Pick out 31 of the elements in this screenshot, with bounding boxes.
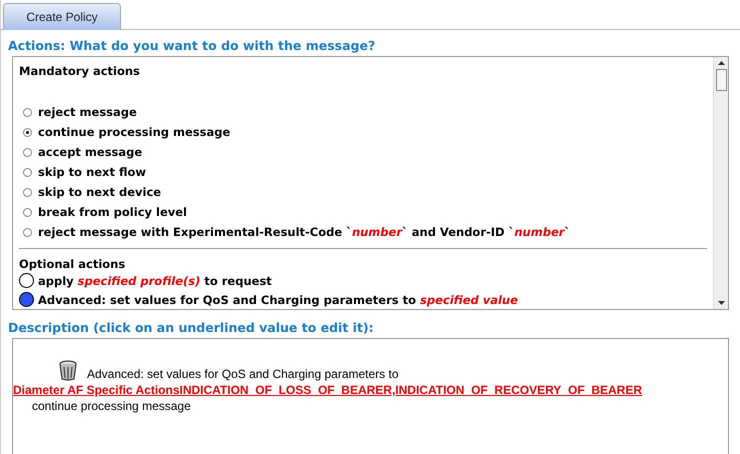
section-heading: Actions: What do you want to do with the message? (7, 37, 376, 55)
radio-button[interactable] (23, 108, 32, 116)
trash-can-icon[interactable] (57, 359, 79, 381)
option-label: reject message with Experimental-Result-Code `number` and Vendor-ID `number` (38, 225, 570, 239)
radio-button[interactable] (23, 228, 32, 236)
option-label: accept message (38, 145, 142, 159)
radio-button[interactable] (23, 148, 32, 156)
radio-button[interactable] (23, 208, 32, 216)
tab[interactable]: Create Policy (3, 3, 121, 30)
option-label: break from policy level (38, 205, 187, 219)
option-label: apply specified profile(s) to request (38, 274, 272, 288)
down-arrow-icon[interactable] (718, 301, 724, 305)
option-label: continue processing message (38, 125, 230, 139)
scrollbar[interactable] (713, 57, 728, 309)
option-label: skip to next device (38, 185, 162, 199)
radio-button[interactable] (23, 168, 32, 176)
value-link[interactable]: Diameter AF Specific ActionsINDICATION_OF_LOSS_OF_BEARER,INDICATION_OF_RECOVERY_OF_BEARER (13, 383, 728, 397)
group-title: Optional actions (19, 257, 126, 271)
radio-button[interactable] (23, 128, 32, 136)
radio-button[interactable] (19, 292, 34, 307)
scroll-thumb[interactable] (716, 69, 726, 91)
section-heading: Description (click on an underlined value to edit it): (7, 319, 375, 337)
radio-button[interactable] (19, 273, 34, 288)
action-text: Advanced: set values for QoS and Charging parameters to (87, 367, 399, 381)
option-label: skip to next flow (38, 165, 146, 179)
group-title: Mandatory actions (19, 64, 141, 78)
action-text: continue processing message (31, 399, 192, 413)
up-arrow-icon[interactable] (718, 61, 724, 65)
option-label: reject message (38, 105, 137, 119)
option-label: Advanced: set values for QoS and Charging parameters to specified value (38, 292, 518, 306)
radio-button[interactable] (23, 188, 32, 196)
